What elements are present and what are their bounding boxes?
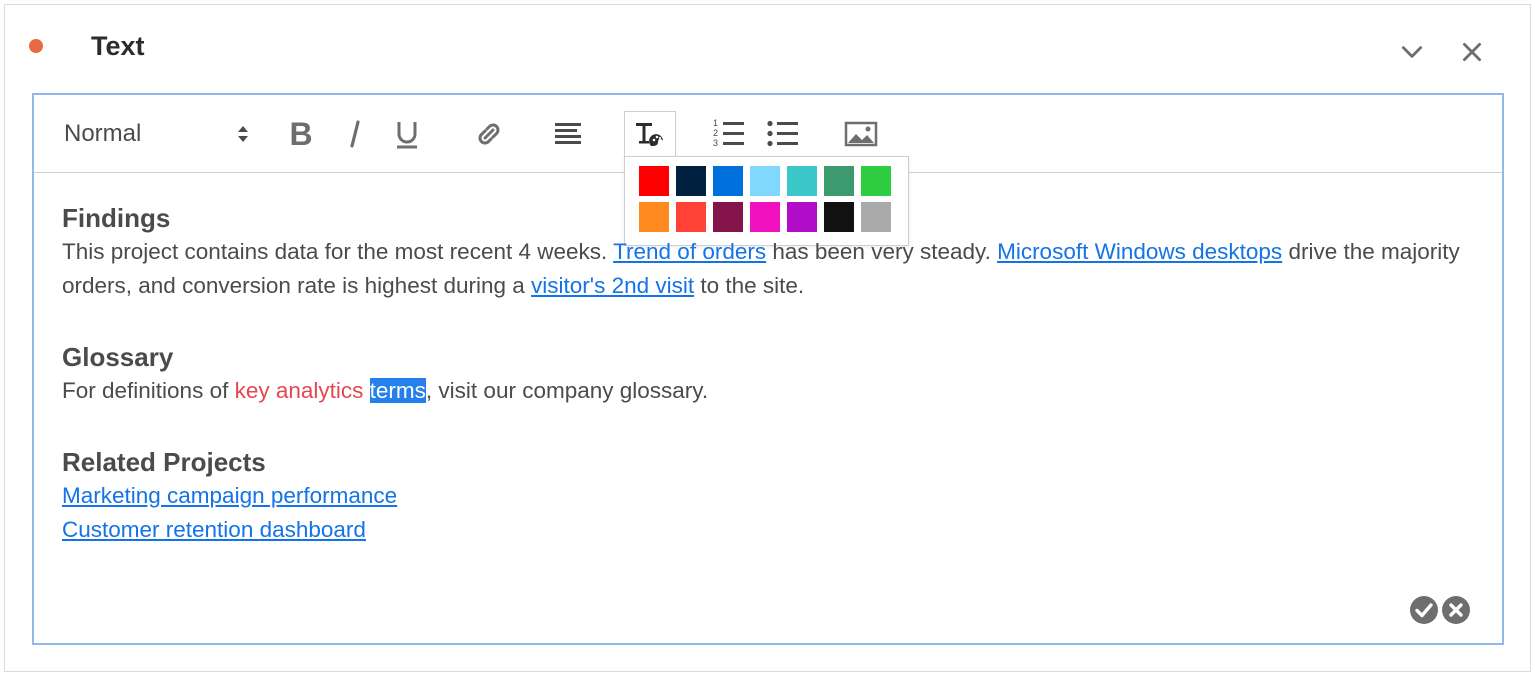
close-button[interactable] (1455, 35, 1489, 69)
bulleted-list-button[interactable] (764, 115, 802, 153)
color-swatch[interactable] (750, 166, 780, 196)
svg-text:2: 2 (713, 128, 718, 138)
underline-button[interactable] (388, 115, 426, 153)
rich-text-editor[interactable]: Normal B 1 2 3 Findings This project con… (32, 93, 1504, 645)
glossary-heading: Glossary (62, 342, 174, 372)
link-icon (478, 123, 500, 145)
trend-of-orders-link[interactable]: Trend of orders (613, 239, 766, 264)
svg-text:B: B (289, 117, 312, 151)
red-text: key analytics (234, 378, 364, 403)
related-projects-section: Related Projects Marketing campaign perf… (62, 445, 1482, 547)
link-button[interactable] (470, 115, 508, 153)
color-swatch[interactable] (824, 166, 854, 196)
bold-icon: B (289, 117, 312, 151)
image-icon (844, 121, 878, 147)
format-select[interactable]: Normal (64, 117, 248, 151)
italic-button[interactable] (336, 115, 374, 153)
text-color-button[interactable] (624, 111, 676, 157)
ordered-list-button[interactable]: 123 (710, 115, 748, 153)
color-swatch[interactable] (676, 166, 706, 196)
text-color-icon (636, 122, 664, 146)
format-select-value: Normal (64, 120, 142, 147)
status-dot (29, 39, 43, 53)
text-panel: Text Normal B 1 2 3 Findings This projec… (4, 4, 1531, 672)
swatch-row (639, 166, 908, 196)
findings-text: This project contains data for the most … (62, 239, 614, 264)
close-icon (1463, 43, 1481, 61)
color-swatch[interactable] (639, 166, 669, 196)
findings-text: has been very steady. (766, 239, 998, 264)
panel-title: Text (91, 31, 145, 61)
edit-actions (1409, 595, 1471, 625)
insert-image-button[interactable] (842, 115, 880, 153)
align-button[interactable] (550, 115, 588, 153)
glossary-text (363, 378, 369, 403)
findings-section: Findings This project contains data for … (62, 201, 1482, 303)
glossary-paragraph: For definitions of key analytics terms, … (62, 374, 1482, 408)
checkmark-circle-icon[interactable] (1409, 595, 1439, 625)
related-project-link[interactable]: Customer retention dashboard (62, 513, 366, 547)
italic-icon (350, 120, 360, 148)
selected-text[interactable]: terms (369, 378, 426, 403)
svg-text:1: 1 (713, 118, 718, 128)
findings-heading: Findings (62, 203, 171, 233)
collapse-button[interactable] (1395, 35, 1429, 69)
findings-paragraph: This project contains data for the most … (62, 235, 1482, 303)
windows-desktops-link[interactable]: Microsoft Windows desktops (997, 239, 1282, 264)
chevron-down-icon (1401, 46, 1423, 58)
align-left-icon (555, 123, 581, 144)
color-swatch[interactable] (861, 166, 891, 196)
editor-content[interactable]: Findings This project contains data for … (62, 201, 1482, 547)
updown-arrows-icon (238, 126, 248, 142)
color-swatch[interactable] (713, 166, 743, 196)
bold-button[interactable]: B (282, 115, 320, 153)
glossary-section: Glossary For definitions of key analytic… (62, 340, 1482, 408)
underline-icon (397, 122, 417, 149)
glossary-text: , visit our company glossary. (425, 378, 709, 403)
cancel-circle-icon[interactable] (1441, 595, 1471, 625)
svg-text:3: 3 (713, 138, 718, 148)
ordered-list-icon: 123 (713, 118, 744, 148)
glossary-text: For definitions of (62, 378, 235, 403)
color-swatch[interactable] (787, 166, 817, 196)
bulleted-list-icon (767, 120, 798, 147)
findings-text: to the site. (694, 273, 805, 298)
second-visit-link[interactable]: visitor's 2nd visit (531, 273, 694, 298)
related-project-link[interactable]: Marketing campaign performance (62, 479, 397, 513)
related-projects-heading: Related Projects (62, 447, 266, 477)
